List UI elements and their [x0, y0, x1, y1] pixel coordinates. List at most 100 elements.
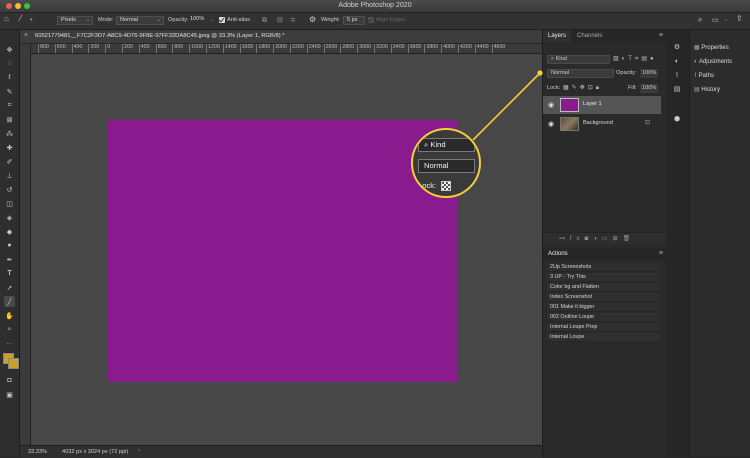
action-item[interactable]: Color bg and Flatten [547, 283, 660, 292]
3d-icon[interactable]: ⬢ [672, 114, 682, 124]
blend-mode-select[interactable]: Normal [547, 69, 614, 78]
home-icon[interactable]: ⌂ [4, 14, 9, 23]
path-alignment-icon[interactable]: ⊟ [277, 16, 283, 25]
history-icon[interactable]: ▤ [672, 84, 682, 94]
hand-tool-icon[interactable]: ✋ [4, 310, 15, 321]
tab-channels[interactable]: Channels [572, 30, 607, 42]
gear-icon[interactable]: ⚙ [309, 15, 316, 24]
lasso-tool-icon[interactable]: ℓ [4, 72, 15, 83]
action-item[interactable]: Internal Loupe Prep [547, 323, 660, 332]
adjustments-icon[interactable]: ◐ [672, 56, 682, 66]
pen-tool-icon[interactable]: ✒ [4, 254, 15, 265]
line-tool-preset-icon[interactable]: ⁄ [20, 14, 21, 23]
filter-kind-select[interactable]: ⌕ Kind [547, 55, 610, 64]
path-operations-icon[interactable]: ⧉ [262, 16, 267, 25]
antialias-checkbox[interactable]: Anti-alias [219, 16, 250, 25]
adjustment-layer-icon[interactable]: ◑ [593, 236, 602, 242]
chevron-right-icon[interactable]: › [138, 448, 140, 454]
type-filter-icon[interactable]: T [628, 56, 635, 62]
lock-pixels-icon[interactable]: ✎ [572, 85, 580, 91]
path-selection-tool-icon[interactable]: ➚ [4, 282, 15, 293]
layer-opacity-field[interactable]: 100% [640, 69, 659, 78]
screen-mode-icon[interactable]: ▣ [4, 389, 15, 400]
background-color-swatch[interactable] [8, 358, 19, 369]
eye-icon[interactable]: ◉ [548, 101, 554, 109]
lock-icons[interactable]: ▦✎✥⊡🔒︎ [563, 84, 602, 92]
panel-menu-icon[interactable]: ≡ [659, 32, 663, 39]
action-item[interactable]: 001 Make it bigger [547, 303, 660, 312]
tool-mode-select[interactable]: Pixels ⌄ [57, 16, 93, 25]
eye-icon[interactable]: ◉ [548, 120, 554, 128]
lock-artboard-icon[interactable]: ⊡ [588, 85, 596, 91]
action-item[interactable]: 3 UP - Try This [547, 273, 660, 282]
search-icon[interactable]: ⌕ [698, 15, 702, 24]
paths-icon[interactable]: ⌇ [672, 70, 682, 80]
layer-name[interactable]: Background [583, 120, 613, 126]
action-item[interactable]: 2Up Screenshots [547, 263, 660, 272]
opacity-chevron-icon[interactable]: ⌄ [210, 16, 214, 25]
layer-name[interactable]: Layer 1 [583, 101, 602, 107]
quick-mask-icon[interactable]: ◘ [4, 375, 15, 386]
share-icon[interactable]: ⇪ [736, 14, 743, 23]
panel-menu-icon[interactable]: ≡ [659, 250, 663, 257]
fill-field[interactable]: 100% [640, 84, 659, 93]
horizontal-ruler[interactable]: 800 600 400 200 0 200 400 600 800 1000 1200 1400 160… [31, 44, 542, 54]
workspace-icon[interactable]: ▭ [712, 16, 719, 25]
canvas-area[interactable] [31, 54, 542, 445]
marquee-tool-icon[interactable]: ◌ [4, 58, 15, 69]
layer-filter-icons[interactable]: ▨◐T⌗▤● [613, 55, 657, 63]
document-tab[interactable]: × 60521779481__F7C2F3D7-A8C9-4D76-9F8E-9… [20, 30, 542, 44]
panel-item-properties[interactable]: ▦ Properties [694, 42, 729, 54]
smart-object-filter-icon[interactable]: ▤ [641, 56, 650, 62]
lock-all-icon[interactable]: 🔒︎ [596, 85, 602, 91]
delete-layer-icon[interactable]: 🗑︎ [623, 236, 636, 242]
brush-tool-icon[interactable]: ✐ [4, 156, 15, 167]
layer-style-icon[interactable]: fx [570, 236, 585, 242]
dodge-tool-icon[interactable]: ● [4, 240, 15, 251]
quick-selection-tool-icon[interactable]: ✎ [4, 86, 15, 97]
line-tool-icon[interactable]: ╱ [4, 296, 15, 307]
layer-row[interactable]: ◉ Background ⊡ [543, 115, 661, 133]
panel-item-adjustments[interactable]: ◐ Adjustments [694, 56, 732, 68]
preset-chevron-icon[interactable]: ▾ [30, 16, 33, 25]
action-item[interactable]: Internal Loupe [547, 333, 660, 342]
eyedropper-tool-icon[interactable]: ⁂ [4, 128, 15, 139]
zoom-level[interactable]: 33.33% [28, 449, 47, 455]
zoom-tool-icon[interactable]: ⌕ [4, 324, 15, 335]
frame-tool-icon[interactable]: ⊠ [4, 114, 15, 125]
healing-brush-tool-icon[interactable]: ✚ [4, 142, 15, 153]
crop-tool-icon[interactable]: ⌗ [4, 100, 15, 111]
eraser-tool-icon[interactable]: ◫ [4, 198, 15, 209]
tab-actions[interactable]: Actions [543, 248, 573, 260]
panel-item-paths[interactable]: ⌇ Paths [694, 70, 714, 82]
link-layers-icon[interactable]: ⊶ [559, 236, 570, 242]
paint-bucket-tool-icon[interactable]: ◈ [4, 212, 15, 223]
path-arrangement-icon[interactable]: ≑ [290, 16, 296, 25]
weight-field[interactable]: 5 px [343, 16, 365, 25]
tab-layers[interactable]: Layers [543, 30, 572, 42]
history-brush-tool-icon[interactable]: ↺ [4, 184, 15, 195]
properties-icon[interactable]: ⚙ [672, 42, 682, 52]
panel-item-history[interactable]: ▤ History [694, 84, 720, 96]
document-canvas[interactable] [108, 120, 457, 382]
action-item[interactable]: 002 Outline Loupe [547, 313, 660, 322]
vertical-ruler[interactable] [20, 44, 31, 445]
workspace-chevron-icon[interactable]: ⌄ [724, 16, 728, 25]
layer-row[interactable]: ◉ Layer 1 [543, 96, 661, 114]
mode-select[interactable]: Normal ⌄ [116, 16, 164, 25]
align-edges-checkbox[interactable]: Align Edges [368, 16, 406, 25]
lock-position-icon[interactable]: ✥ [580, 85, 588, 91]
move-tool-icon[interactable]: ✥ [4, 44, 15, 55]
new-group-icon[interactable]: ▭ [602, 236, 613, 242]
new-layer-icon[interactable]: ⊞ [613, 236, 623, 242]
filter-toggle-icon[interactable]: ● [650, 56, 657, 62]
clone-stamp-tool-icon[interactable]: ⊥ [4, 170, 15, 181]
blur-tool-icon[interactable]: ◆ [4, 226, 15, 237]
more-tools-icon[interactable]: ··· [4, 338, 15, 349]
lock-transparency-icon[interactable]: ▦ [563, 85, 572, 91]
close-document-icon[interactable]: × [24, 32, 28, 39]
layer-mask-icon[interactable]: ◙ [585, 236, 594, 242]
action-item[interactable]: Index Screenshot [547, 293, 660, 302]
pixel-filter-icon[interactable]: ▨ [613, 56, 622, 62]
type-tool-icon[interactable]: T [4, 268, 15, 279]
